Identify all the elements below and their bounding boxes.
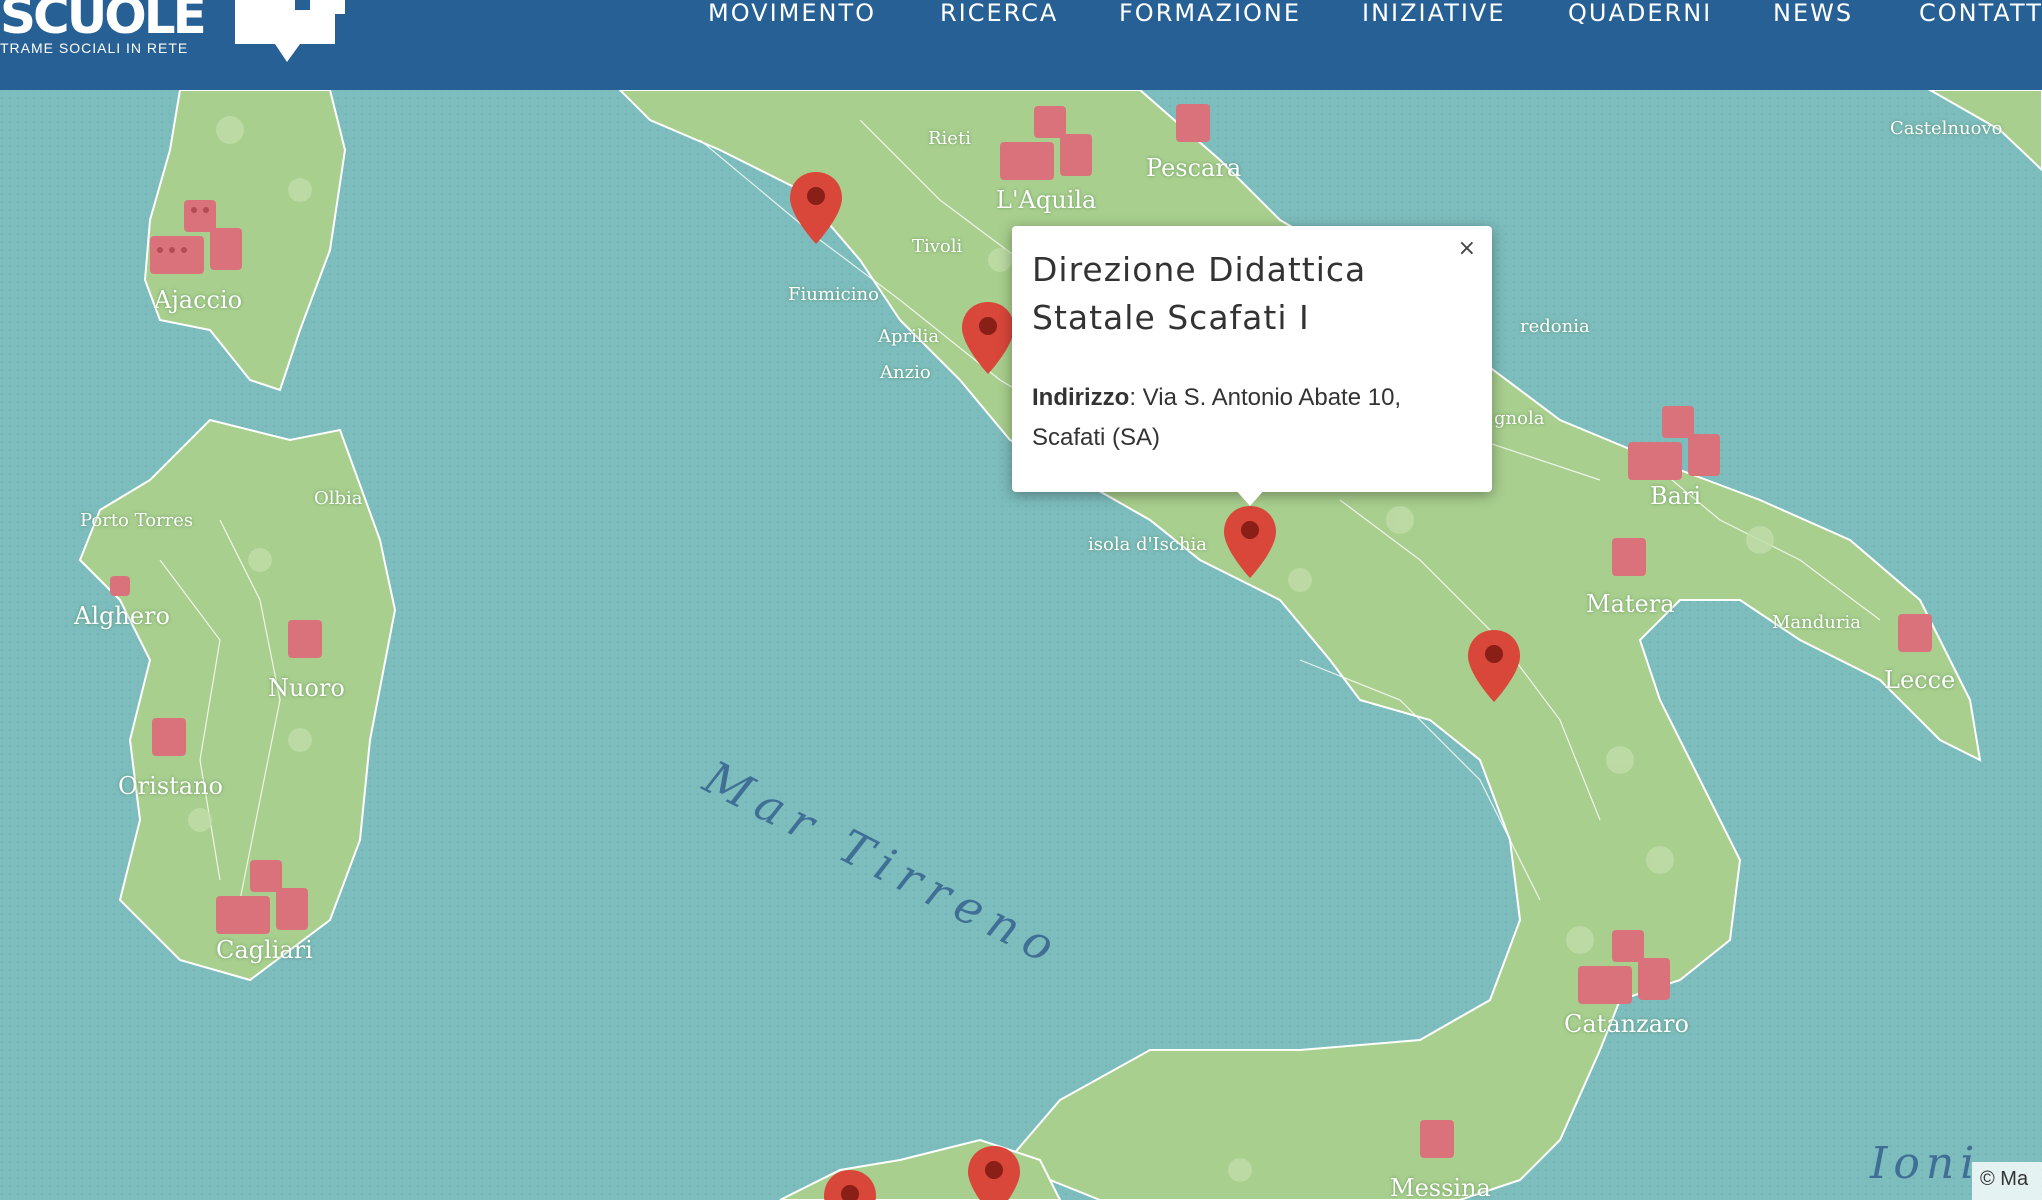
city-alghero: Alghero [74,602,170,630]
school-icon [1176,104,1210,142]
city-cerignola: gnola [1494,408,1545,429]
site-header: SCUOLE TRAME SOCIALI IN RETE MOVIMENTO R… [0,0,2042,90]
map-marker-selected[interactable] [1222,504,1278,580]
city-manduria: Manduria [1772,612,1861,633]
school-cluster-icon [216,860,308,934]
school-cluster-icon [1578,930,1670,1004]
school-icon [152,718,186,756]
map-marker[interactable] [960,300,1016,376]
city-oristano: Oristano [118,772,223,800]
map-marker[interactable] [788,170,844,246]
marker-popup: × Direzione Didattica Statale Scafati I … [1012,226,1492,492]
city-bari: Bari [1650,482,1702,510]
nav-iniziative[interactable]: INIZIATIVE [1362,0,1506,28]
city-aprilia: Aprilia [878,326,940,347]
main-nav: MOVIMENTO RICERCA FORMAZIONE INIZIATIVE … [0,0,2042,30]
popup-address-label: Indirizzo [1032,384,1130,411]
map-marker[interactable] [1466,628,1522,704]
city-rieti: Rieti [928,128,971,149]
city-castelnuovo: Castelnuovo [1890,118,2003,139]
nav-movimento[interactable]: MOVIMENTO [708,0,876,28]
school-cluster-icon [150,200,242,274]
nav-formazione[interactable]: FORMAZIONE [1119,0,1301,28]
map-marker[interactable] [966,1144,1022,1200]
school-cluster-icon [1000,106,1092,180]
city-lecce: Lecce [1884,666,1956,694]
city-ajaccio: Ajaccio [154,286,243,314]
city-porto-torres: Porto Torres [80,510,194,531]
city-messina: Messina [1390,1174,1491,1200]
nav-contatti[interactable]: CONTATTI [1919,0,2042,28]
city-ischia: isola d'Ischia [1088,534,1208,555]
nav-news[interactable]: NEWS [1773,0,1853,28]
school-icon [1612,538,1646,576]
popup-address: Indirizzo: Via S. Antonio Abate 10, Scaf… [1032,378,1472,458]
city-fiumicino: Fiumicino [788,284,879,305]
nav-ricerca[interactable]: RICERCA [940,0,1058,28]
map-attribution[interactable]: © Ma [1972,1162,2042,1200]
popup-tip [1234,488,1266,506]
nav-quaderni[interactable]: QUADERNI [1568,0,1712,28]
logo-tagline: TRAME SOCIALI IN RETE [0,40,189,56]
city-manfredonia: redonia [1520,316,1590,337]
school-cluster-icon [1628,406,1720,480]
school-icon [288,620,322,658]
city-olbia: Olbia [314,488,363,509]
city-cagliari: Cagliari [216,936,313,964]
city-anzio: Anzio [880,362,931,383]
school-icon [110,576,130,596]
city-matera: Matera [1586,590,1675,618]
city-nuoro: Nuoro [268,674,345,702]
city-catanzaro: Catanzaro [1564,1010,1689,1038]
school-icon [1898,614,1932,652]
city-laquila: L'Aquila [996,186,1097,214]
city-pescara: Pescara [1146,154,1242,182]
school-icon [1420,1120,1454,1158]
city-tivoli: Tivoli [912,236,963,257]
popup-title: Direzione Didattica Statale Scafati I [1032,250,1367,337]
map-marker[interactable] [822,1168,878,1200]
popup-close-button[interactable]: × [1458,236,1476,261]
sea-label-ionio: Ioni [1870,1138,1981,1189]
